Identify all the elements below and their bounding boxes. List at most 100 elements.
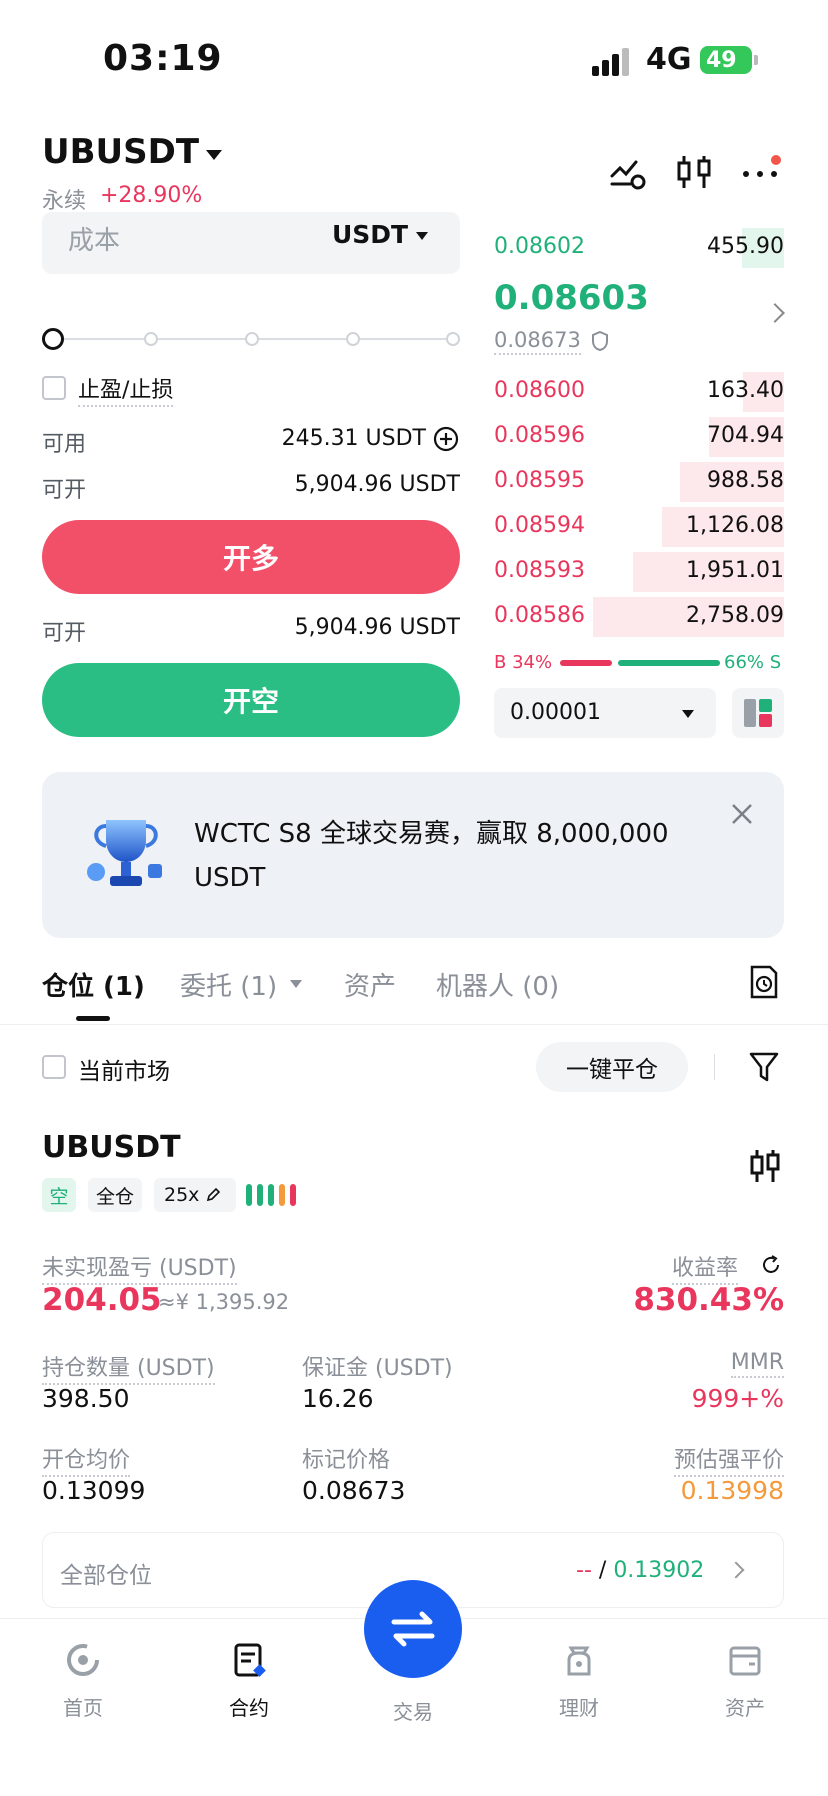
roe-label[interactable]: 收益率 [672, 1250, 739, 1285]
orderbook-bid-row[interactable]: 0.08602 455.90 [494, 228, 784, 268]
mark-price: 0.08673 [494, 328, 581, 355]
nav-assets[interactable]: 资产 [690, 1640, 800, 1721]
all-positions-dash: -- [576, 1558, 592, 1583]
nav-trade[interactable]: 交易 [358, 1696, 468, 1725]
current-market-checkbox[interactable] [42, 1055, 66, 1079]
close-icon[interactable] [728, 800, 756, 828]
ask-price: 0.08594 [494, 513, 585, 538]
ask-price: 0.08600 [494, 378, 585, 403]
orderbook-ask-row[interactable]: 0.08594 1,126.08 [494, 507, 784, 547]
margin-mode-tag: 全仓 [88, 1178, 142, 1212]
slider-step[interactable] [346, 332, 360, 346]
leverage-tag[interactable]: 25x [154, 1178, 236, 1212]
bid-price: 0.08602 [494, 234, 585, 259]
orderbook-ask-row[interactable]: 0.08600 163.40 [494, 372, 784, 412]
ask-qty: 704.94 [707, 423, 784, 448]
open-short-button[interactable]: 开空 [42, 663, 460, 737]
nav-home[interactable]: 首页 [28, 1640, 138, 1721]
network-type: 4G [646, 42, 692, 77]
pair-dropdown-icon[interactable] [206, 150, 222, 160]
slider-step[interactable] [446, 332, 460, 346]
available-value: 245.31 USDT [281, 426, 426, 451]
all-positions-value: -- / 0.13902 [576, 1558, 704, 1583]
trend-alert-icon[interactable] [606, 150, 650, 194]
size-label[interactable]: 持仓数量 (USDT) [42, 1350, 215, 1385]
tab-positions[interactable]: 仓位 (1) [42, 966, 145, 1003]
ask-qty: 2,758.09 [686, 603, 784, 628]
chevron-right-icon[interactable] [765, 303, 785, 323]
perpetual-label: 永续 [42, 189, 87, 214]
orderbook-ask-row[interactable]: 0.08595 988.58 [494, 462, 784, 502]
mmr-value: 999+% [691, 1384, 784, 1413]
tab-bots[interactable]: 机器人 (0) [436, 966, 559, 1003]
unrealized-pnl: 204.05 [42, 1282, 162, 1318]
slider-step[interactable] [144, 332, 158, 346]
signal-icon [592, 46, 632, 76]
shield-icon [592, 330, 608, 352]
slider-step[interactable] [245, 332, 259, 346]
sell-ratio: 66% S [724, 652, 782, 673]
all-positions-sep: / [598, 1558, 607, 1583]
status-time: 03:19 [103, 38, 223, 79]
transfer-plus-icon[interactable] [432, 425, 460, 453]
tpsl-checkbox[interactable] [42, 376, 66, 400]
bid-qty: 455.90 [707, 234, 784, 259]
entry-price: 0.13099 [42, 1476, 146, 1505]
candlestick-chart-icon[interactable] [748, 1146, 782, 1186]
sell-ratio-bar [618, 660, 720, 666]
unrealized-pnl-cny: ≈¥ 1,395.92 [158, 1290, 290, 1314]
close-all-button[interactable]: 一键平仓 [536, 1042, 688, 1092]
mmr-label[interactable]: MMR [730, 1350, 784, 1378]
nav-home-label: 首页 [63, 1696, 103, 1720]
nav-trade-label: 交易 [393, 1700, 433, 1724]
wallet-icon [729, 1646, 761, 1676]
divider [714, 1054, 715, 1080]
more-menu-icon[interactable] [738, 150, 782, 194]
chevron-down-icon[interactable] [682, 710, 694, 718]
pair-title[interactable]: UBUSDT [42, 132, 199, 172]
orderbook-ask-row[interactable]: 0.08586 2,758.09 [494, 597, 784, 637]
entry-price-label[interactable]: 开仓均价 [42, 1442, 131, 1477]
trade-fab-button[interactable] [364, 1580, 462, 1678]
tpsl-label[interactable]: 止盈/止损 [78, 372, 174, 407]
chevron-down-icon[interactable] [416, 232, 428, 240]
liq-price: 0.13998 [680, 1476, 784, 1505]
unrealized-pnl-label[interactable]: 未实现盈亏 (USDT) [42, 1250, 237, 1285]
ask-qty: 1,951.01 [686, 558, 784, 583]
ask-qty: 988.58 [707, 468, 784, 493]
position-symbol[interactable]: UBUSDT [42, 1130, 181, 1165]
ask-price: 0.08595 [494, 468, 585, 493]
all-positions-price: 0.13902 [613, 1558, 705, 1583]
share-refresh-icon[interactable] [760, 1254, 782, 1276]
orderbook-layout-button[interactable] [732, 688, 784, 738]
futures-icon [234, 1643, 266, 1677]
candlestick-chart-icon[interactable] [672, 150, 716, 194]
buy-ratio-bar [560, 660, 612, 666]
open-short-label: 可开 [42, 621, 87, 646]
battery-cap [754, 55, 758, 65]
battery-level: 49 [706, 47, 737, 73]
current-market-label[interactable]: 当前市场 [78, 1052, 170, 1086]
active-tab-indicator [76, 1016, 110, 1021]
nav-earn-label: 理财 [559, 1696, 599, 1720]
nav-futures[interactable]: 合约 [194, 1640, 304, 1721]
open-short-value: 5,904.96 USDT [294, 615, 460, 640]
all-positions-label: 全部仓位 [60, 1563, 152, 1589]
cost-unit-select[interactable]: USDT [332, 220, 408, 249]
buy-ratio: B 34% [494, 652, 553, 673]
home-icon [67, 1644, 99, 1676]
tab-orders[interactable]: 委托 (1) [180, 966, 277, 1003]
banner-text[interactable]: WCTC S8 全球交易赛，赢取 8,000,000 USDT [194, 812, 714, 900]
orderbook-ask-row[interactable]: 0.08593 1,951.01 [494, 552, 784, 592]
filter-icon[interactable] [748, 1050, 780, 1084]
chevron-down-icon[interactable] [290, 980, 302, 988]
slider-knob[interactable] [42, 328, 64, 350]
open-long-button[interactable]: 开多 [42, 520, 460, 594]
battery-icon: 49 [700, 46, 752, 74]
liq-price-label[interactable]: 预估强平价 [673, 1442, 784, 1477]
ask-qty: 1,126.08 [686, 513, 784, 538]
nav-earn[interactable]: 理财 [524, 1640, 634, 1721]
orderbook-ask-row[interactable]: 0.08596 704.94 [494, 417, 784, 457]
tab-assets[interactable]: 资产 [344, 966, 396, 1003]
history-icon[interactable] [748, 964, 780, 1000]
